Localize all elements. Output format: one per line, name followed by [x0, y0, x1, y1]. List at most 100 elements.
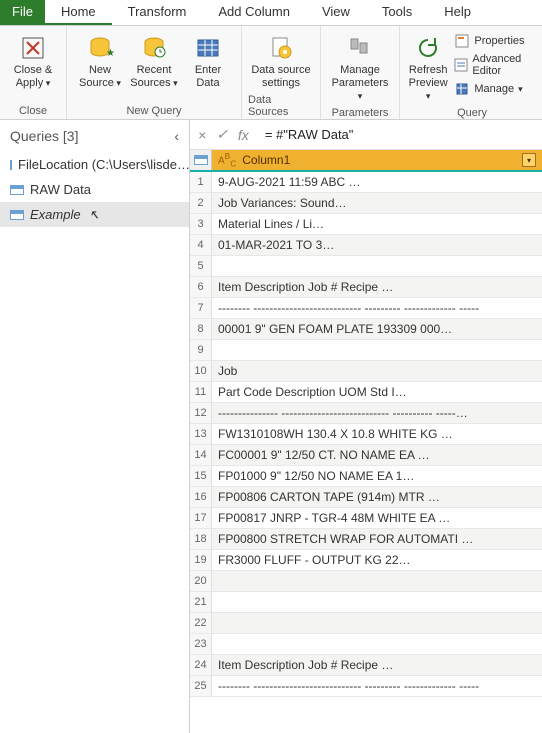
cell-value[interactable]: -------- --------------------------- ---…: [212, 679, 542, 693]
tab-help[interactable]: Help: [428, 0, 487, 25]
row-number[interactable]: 19: [190, 550, 212, 570]
cell-value[interactable]: 9-AUG-2021 11:59 ABC …: [212, 175, 542, 189]
row-number[interactable]: 23: [190, 634, 212, 654]
cell-value[interactable]: 01-MAR-2021 TO 3…: [212, 238, 542, 252]
manage-button[interactable]: Manage: [450, 80, 538, 98]
row-number[interactable]: 4: [190, 235, 212, 255]
table-row[interactable]: 4 01-MAR-2021 TO 3…: [190, 235, 542, 256]
collapse-pane-icon[interactable]: ‹: [174, 128, 179, 144]
table-row[interactable]: 20: [190, 571, 542, 592]
table-row[interactable]: 21: [190, 592, 542, 613]
query-item-example[interactable]: Example ↖: [0, 202, 189, 227]
row-number[interactable]: 11: [190, 382, 212, 402]
fx-icon[interactable]: fx: [238, 127, 249, 143]
row-number[interactable]: 21: [190, 592, 212, 612]
column-name: Column1: [242, 153, 290, 167]
cell-value[interactable]: --------------- ------------------------…: [212, 406, 542, 420]
query-item-filelocation[interactable]: FileLocation (C:\Users\lisde…: [0, 152, 189, 177]
row-number[interactable]: 7: [190, 298, 212, 318]
table-row[interactable]: 25-------- --------------------------- -…: [190, 676, 542, 697]
formula-confirm-icon[interactable]: ✓: [216, 126, 228, 143]
cell-value[interactable]: FR3000 FLUFF - OUTPUT KG 22…: [212, 553, 542, 567]
data-source-settings-button[interactable]: Data sourcesettings: [248, 30, 314, 92]
table-row[interactable]: 16 FP00806 CARTON TAPE (914m) MTR …: [190, 487, 542, 508]
row-number[interactable]: 3: [190, 214, 212, 234]
query-item-raw-data[interactable]: RAW Data: [0, 177, 189, 202]
row-number[interactable]: 18: [190, 529, 212, 549]
cell-value[interactable]: FP00806 CARTON TAPE (914m) MTR …: [212, 490, 542, 504]
row-number[interactable]: 25: [190, 676, 212, 696]
table-row[interactable]: 13 FW1310108WH 130.4 X 10.8 WHITE KG …: [190, 424, 542, 445]
row-number[interactable]: 20: [190, 571, 212, 591]
cell-value[interactable]: FC00001 9" 12/50 CT. NO NAME EA …: [212, 448, 542, 462]
row-number[interactable]: 5: [190, 256, 212, 276]
cell-value[interactable]: Job: [212, 364, 542, 378]
row-number[interactable]: 12: [190, 403, 212, 423]
enter-data-button[interactable]: EnterData: [181, 30, 235, 92]
cell-value[interactable]: FW1310108WH 130.4 X 10.8 WHITE KG …: [212, 427, 542, 441]
row-number[interactable]: 9: [190, 340, 212, 360]
row-number[interactable]: 15: [190, 466, 212, 486]
table-row[interactable]: 24Item Description Job # Recipe …: [190, 655, 542, 676]
row-number[interactable]: 16: [190, 487, 212, 507]
cell-value[interactable]: FP01000 9" 12/50 NO NAME EA 1…: [212, 469, 542, 483]
cell-value[interactable]: Item Description Job # Recipe …: [212, 280, 542, 294]
manage-parameters-button[interactable]: ManageParameters: [327, 30, 393, 105]
row-number[interactable]: 10: [190, 361, 212, 381]
table-row[interactable]: 12 --------------- ---------------------…: [190, 403, 542, 424]
cell-value[interactable]: -------- --------------------------- ---…: [212, 301, 542, 315]
new-source-button[interactable]: ★ NewSource: [73, 30, 127, 92]
table-row[interactable]: 3 Material Lines / Li…: [190, 214, 542, 235]
table-row[interactable]: 18 FP00800 STRETCH WRAP FOR AUTOMATI …: [190, 529, 542, 550]
table-row[interactable]: 11 Part Code Description UOM Std I…: [190, 382, 542, 403]
formula-cancel-icon[interactable]: ×: [198, 127, 206, 143]
advanced-editor-button[interactable]: Advanced Editor: [450, 52, 538, 78]
table-row[interactable]: 23: [190, 634, 542, 655]
table-row[interactable]: 19 FR3000 FLUFF - OUTPUT KG 22…: [190, 550, 542, 571]
table-row[interactable]: 19-AUG-2021 11:59 ABC …: [190, 172, 542, 193]
tab-transform[interactable]: Transform: [112, 0, 203, 25]
tab-view[interactable]: View: [306, 0, 366, 25]
tab-tools[interactable]: Tools: [366, 0, 428, 25]
cell-value[interactable]: Part Code Description UOM Std I…: [212, 385, 542, 399]
tab-add-column[interactable]: Add Column: [202, 0, 306, 25]
row-number[interactable]: 24: [190, 655, 212, 675]
row-number[interactable]: 17: [190, 508, 212, 528]
select-all-button[interactable]: [190, 150, 212, 170]
table-row[interactable]: 6Item Description Job # Recipe …: [190, 277, 542, 298]
close-apply-button[interactable]: Close &Apply: [6, 30, 60, 92]
cell-value[interactable]: 00001 9" GEN FOAM PLATE 193309 000…: [212, 322, 542, 336]
cell-value[interactable]: Job Variances: Sound…: [212, 196, 542, 210]
body-split: Queries [3] ‹ FileLocation (C:\Users\lis…: [0, 120, 542, 733]
tab-home[interactable]: Home: [45, 0, 112, 25]
table-row[interactable]: 2 Job Variances: Sound…: [190, 193, 542, 214]
cell-value[interactable]: Item Description Job # Recipe …: [212, 658, 542, 672]
row-number[interactable]: 6: [190, 277, 212, 297]
table-row[interactable]: 22: [190, 613, 542, 634]
cell-value[interactable]: Material Lines / Li…: [212, 217, 542, 231]
row-number[interactable]: 8: [190, 319, 212, 339]
table-row[interactable]: 14 FC00001 9" 12/50 CT. NO NAME EA …: [190, 445, 542, 466]
table-row[interactable]: 800001 9" GEN FOAM PLATE 193309 000…: [190, 319, 542, 340]
file-menu[interactable]: File: [0, 0, 45, 25]
row-number[interactable]: 14: [190, 445, 212, 465]
row-number[interactable]: 1: [190, 172, 212, 192]
properties-button[interactable]: Properties: [450, 32, 538, 50]
table-row[interactable]: 5: [190, 256, 542, 277]
cell-value[interactable]: FP00800 STRETCH WRAP FOR AUTOMATI …: [212, 532, 542, 546]
table-row[interactable]: 10 Job: [190, 361, 542, 382]
ribbon: Close &Apply Close ★ NewSource RecentSou…: [0, 26, 542, 120]
row-number[interactable]: 22: [190, 613, 212, 633]
refresh-preview-button[interactable]: RefreshPreview: [406, 30, 450, 105]
table-row[interactable]: 17 FP00817 JNRP - TGR-4 48M WHITE EA …: [190, 508, 542, 529]
table-row[interactable]: 15 FP01000 9" 12/50 NO NAME EA 1…: [190, 466, 542, 487]
recent-sources-button[interactable]: RecentSources: [127, 30, 181, 92]
row-number[interactable]: 13: [190, 424, 212, 444]
column-header-column1[interactable]: ABC Column1 ▾: [212, 150, 542, 170]
formula-input[interactable]: = #"RAW Data": [259, 127, 534, 142]
column-filter-dropdown[interactable]: ▾: [522, 153, 536, 167]
table-row[interactable]: 7-------- --------------------------- --…: [190, 298, 542, 319]
table-row[interactable]: 9: [190, 340, 542, 361]
row-number[interactable]: 2: [190, 193, 212, 213]
cell-value[interactable]: FP00817 JNRP - TGR-4 48M WHITE EA …: [212, 511, 542, 525]
